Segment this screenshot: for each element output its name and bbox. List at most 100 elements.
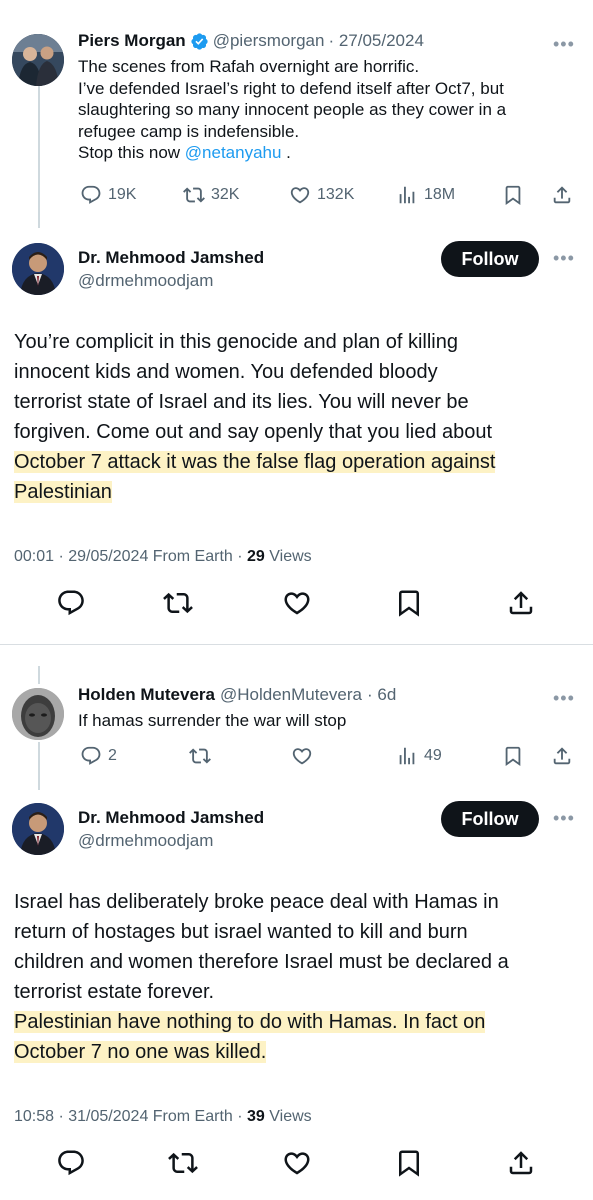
reply-icon — [80, 745, 102, 767]
like-icon — [291, 745, 313, 767]
highlighted-text: Palestinian have nothing to do with Hama… — [14, 1011, 486, 1033]
more-options-icon[interactable]: ••• — [553, 34, 575, 55]
reply-text-line: Israel has deliberately broke peace deal… — [14, 891, 499, 913]
reply-icon — [56, 588, 86, 618]
more-options-icon[interactable]: ••• — [553, 688, 575, 709]
views-count: 18M — [424, 186, 456, 203]
author-handle[interactable]: @drmehmoodjam — [78, 831, 213, 851]
tweet-text: If hamas surrender the war will stop — [78, 711, 347, 730]
bookmark-icon — [394, 588, 424, 618]
retweet-button[interactable] — [168, 1148, 198, 1178]
views-button[interactable]: 18M — [396, 184, 455, 206]
views-count: 29 — [247, 548, 265, 565]
author-handle[interactable]: @drmehmoodjam — [78, 271, 213, 291]
tweet-text-line: The scenes from Rafah overnight are horr… — [78, 57, 420, 76]
views-button[interactable]: 49 — [396, 745, 442, 767]
retweet-button[interactable] — [163, 588, 193, 618]
avatar-mehmood-jamshed[interactable] — [12, 803, 64, 855]
tweet-text-line: slaughtering so many innocent people as … — [78, 100, 507, 119]
views-count: 39 — [247, 1108, 265, 1125]
reply-icon — [80, 184, 102, 206]
share-icon — [551, 745, 573, 767]
author-name[interactable]: Dr. Mehmood Jamshed — [78, 248, 264, 268]
thread-line — [38, 742, 40, 790]
like-button[interactable]: 132K — [289, 184, 354, 206]
more-options-icon[interactable]: ••• — [553, 808, 575, 829]
like-icon — [282, 588, 312, 618]
bookmark-button[interactable] — [502, 184, 524, 206]
reply-text-line: forgiven. Come out and say openly that y… — [14, 421, 493, 443]
avatar-piers-morgan[interactable] — [12, 34, 64, 86]
share-button[interactable] — [506, 588, 536, 618]
author-name[interactable]: Holden Mutevera — [78, 685, 215, 705]
reply-text-line: terrorist estate forever. — [14, 981, 215, 1003]
more-options-icon[interactable]: ••• — [553, 248, 575, 269]
author-name[interactable]: Piers Morgan — [78, 31, 186, 51]
bookmark-button[interactable] — [502, 745, 524, 767]
tweet-text-line: Stop this now @netanyahu . — [78, 143, 291, 162]
retweet-icon — [168, 1148, 198, 1178]
reply-text-line: return of hostages but israel wanted to … — [14, 921, 468, 943]
share-icon — [506, 1148, 536, 1178]
reply-timestamp[interactable]: 00:01 · 29/05/2024 From Earth · 29 Views — [14, 548, 312, 566]
reply-button[interactable] — [56, 588, 86, 618]
share-icon — [551, 184, 573, 206]
like-button[interactable] — [291, 745, 313, 767]
like-button[interactable] — [282, 588, 312, 618]
verified-badge-icon — [190, 32, 209, 51]
tweet-text-line: I’ve defended Israel’s right to defend i… — [78, 78, 504, 98]
retweet-icon — [183, 184, 205, 206]
retweet-icon — [189, 745, 211, 767]
bookmark-button[interactable] — [394, 588, 424, 618]
share-button[interactable] — [506, 1148, 536, 1178]
bookmark-icon — [502, 184, 524, 206]
retweet-button[interactable]: 32K — [183, 184, 239, 206]
reply-timestamp[interactable]: 10:58 · 31/05/2024 From Earth · 39 Views — [14, 1108, 312, 1126]
reply-count: 19K — [108, 186, 137, 203]
tweet-date[interactable]: · 27/05/2024 — [328, 31, 423, 51]
views-icon — [396, 184, 418, 206]
reply-text: You’re complicit in this genocide and pl… — [14, 327, 584, 507]
section-divider — [0, 644, 593, 645]
retweet-button[interactable] — [189, 745, 211, 767]
like-button[interactable] — [282, 1148, 312, 1178]
share-button[interactable] — [551, 184, 573, 206]
mention-link[interactable]: @netanyahu — [185, 143, 282, 162]
reply-text-line: You’re complicit in this genocide and pl… — [14, 331, 458, 353]
bookmark-icon — [502, 745, 524, 767]
bookmark-button[interactable] — [394, 1148, 424, 1178]
reply-button[interactable]: 2 — [80, 745, 117, 767]
tweet-date[interactable]: · 6d — [367, 685, 396, 705]
retweet-count: 32K — [211, 186, 240, 203]
tweet-text: The scenes from Rafah overnight are horr… — [78, 56, 583, 164]
bookmark-icon — [394, 1148, 424, 1178]
highlighted-text: Palestinian — [14, 481, 112, 503]
avatar-holden-mutevera[interactable] — [12, 688, 64, 740]
thread-line — [38, 86, 40, 228]
like-icon — [282, 1148, 312, 1178]
reply-text: Israel has deliberately broke peace deal… — [14, 887, 589, 1067]
views-icon — [396, 745, 418, 767]
reply-count: 2 — [108, 747, 117, 764]
author-handle[interactable]: @piersmorgan — [213, 31, 325, 51]
follow-button[interactable]: Follow — [441, 801, 539, 837]
reply-icon — [56, 1148, 86, 1178]
reply-text-line: terrorist state of Israel and its lies. … — [14, 391, 469, 413]
retweet-icon — [163, 588, 193, 618]
views-count: 49 — [424, 747, 442, 764]
reply-button[interactable]: 19K — [80, 184, 136, 206]
author-name[interactable]: Dr. Mehmood Jamshed — [78, 808, 264, 828]
thread-line — [38, 666, 40, 684]
tweet-text-line: refugee camp is indefensible. — [78, 121, 300, 141]
like-count: 132K — [317, 186, 355, 203]
highlighted-text: October 7 no one was killed. — [14, 1041, 267, 1063]
like-icon — [289, 184, 311, 206]
follow-button[interactable]: Follow — [441, 241, 539, 277]
reply-button[interactable] — [56, 1148, 86, 1178]
author-handle[interactable]: @HoldenMutevera — [220, 685, 362, 705]
highlighted-text: October 7 attack it was the false flag o… — [14, 451, 496, 473]
avatar-mehmood-jamshed[interactable] — [12, 243, 64, 295]
reply-text-line: innocent kids and women. You defended bl… — [14, 361, 438, 383]
share-button[interactable] — [551, 745, 573, 767]
reply-text-line: children and women therefore Israel must… — [14, 951, 509, 973]
